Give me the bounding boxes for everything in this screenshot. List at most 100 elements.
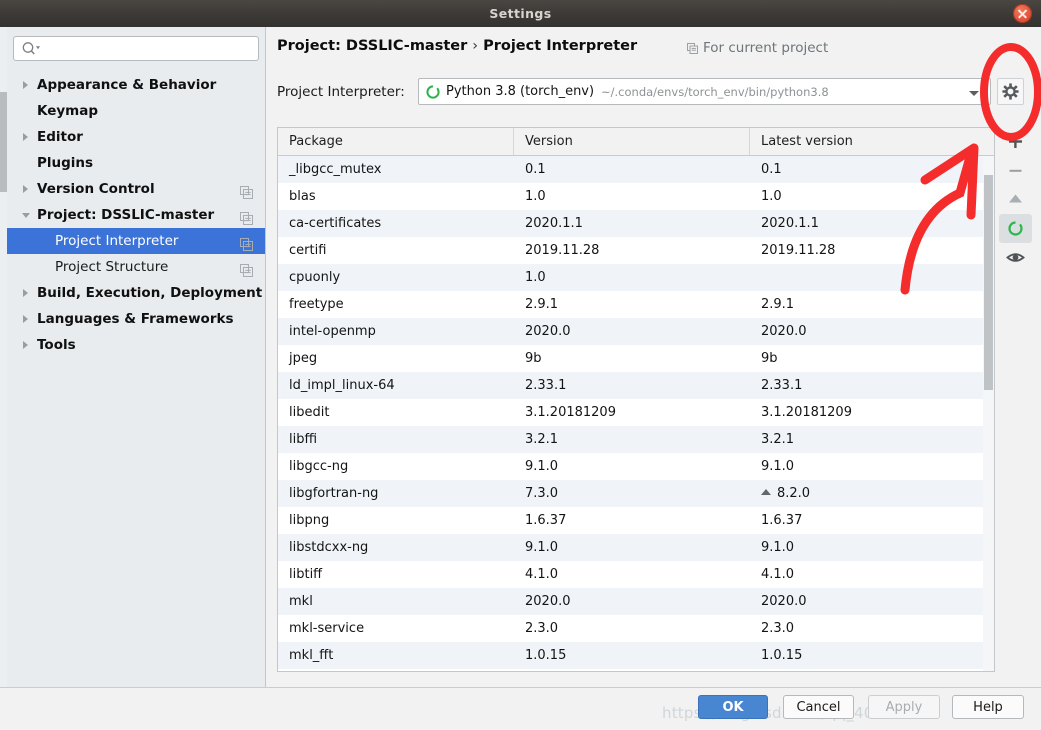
copy-settings-icon[interactable] [240,209,253,225]
table-row[interactable]: certifi 2019.11.28 2019.11.28 [278,237,994,264]
breadcrumb-root[interactable]: Project: DSSLIC-master [277,38,467,54]
cell-package: libgcc-ng [289,459,349,474]
cell-latest-version: 2019.11.28 [761,243,836,258]
chevron-down-icon[interactable] [22,213,30,222]
chevron-right-icon[interactable] [23,315,28,323]
cell-latest-version: 0.1 [761,162,782,177]
table-row[interactable]: mkl 2020.0 2020.0 [278,588,994,615]
cell-package: ld_impl_linux-64 [289,378,395,393]
cell-latest-version: 2.9.1 [761,297,795,312]
chevron-right-icon[interactable] [23,133,28,141]
cell-latest-version-text: 8.2.0 [777,486,811,501]
table-row[interactable]: libtiff 4.1.0 4.1.0 [278,561,994,588]
sidebar-item-label: Project: DSSLIC-master [37,207,215,223]
table-row[interactable]: jpeg 9b 9b [278,345,994,372]
copy-settings-icon[interactable] [240,261,253,277]
sidebar-item-label: Keymap [37,103,99,119]
window-left-scrollbar-thumb[interactable] [0,92,7,192]
cell-latest-version: 9b [761,351,778,366]
cell-latest-version: 1.0 [761,189,782,204]
cell-latest-version: 4.1.0 [761,567,795,582]
sidebar-item-plugins[interactable]: Plugins [7,150,265,176]
column-header-latest-version[interactable]: Latest version [750,128,994,155]
table-row[interactable]: ld_impl_linux-64 2.33.1 2.33.1 [278,372,994,399]
project-interpreter-combobox[interactable]: Python 3.8 (torch_env) ~/.conda/envs/tor… [418,78,991,105]
table-row[interactable]: _libgcc_mutex 0.1 0.1 [278,156,994,183]
cell-version: 2020.0 [525,594,571,609]
table-row[interactable]: libffi 3.2.1 3.2.1 [278,426,994,453]
sidebar-item-keymap[interactable]: Keymap [7,98,265,124]
search-input[interactable] [43,39,255,60]
copy-settings-icon[interactable] [240,235,253,251]
upgrade-package-button[interactable] [999,185,1032,214]
package-table-scrollbar-thumb[interactable] [984,175,993,390]
sidebar-item-languages-frameworks[interactable]: Languages & Frameworks [7,306,265,332]
chevron-right-icon[interactable] [23,185,28,193]
uninstall-package-button[interactable] [999,156,1032,185]
table-row[interactable]: mkl_fft 1.0.15 1.0.15 [278,642,994,669]
eye-icon [1006,253,1025,262]
show-early-releases-button[interactable] [999,243,1032,272]
plus-icon [1009,135,1022,148]
table-row[interactable]: libstdcxx-ng 9.1.0 9.1.0 [278,534,994,561]
apply-button: Apply [868,695,940,719]
sidebar-item-build-execution-deployment[interactable]: Build, Execution, Deployment [7,280,265,306]
column-header-version[interactable]: Version [514,128,750,155]
sidebar-item-project-structure[interactable]: Project Structure [7,254,265,280]
table-row[interactable]: mkl-service 2.3.0 2.3.0 [278,615,994,642]
sidebar-item-project-interpreter[interactable]: Project Interpreter [7,228,265,254]
cell-version: 3.1.20181209 [525,405,616,420]
cell-package: ca-certificates [289,216,382,231]
search-icon [21,41,41,56]
table-row[interactable]: blas 1.0 1.0 [278,183,994,210]
table-row[interactable]: intel-openmp 2020.0 2020.0 [278,318,994,345]
package-table-scrollbar[interactable] [983,156,994,671]
cell-latest-version: 2020.0 [761,594,807,609]
table-row[interactable]: libpng 1.6.37 1.6.37 [278,507,994,534]
ok-button[interactable]: OK [698,695,768,719]
sidebar-item-label: Editor [37,129,83,145]
chevron-down-icon[interactable] [969,91,979,96]
table-row[interactable]: ca-certificates 2020.1.1 2020.1.1 [278,210,994,237]
sidebar-item-project-dsslic-master[interactable]: Project: DSSLIC-master [7,202,265,228]
help-button[interactable]: Help [952,695,1024,719]
breadcrumb: Project: DSSLIC-master › Project Interpret… [277,38,637,54]
table-row[interactable]: libedit 3.1.20181209 3.1.20181209 [278,399,994,426]
column-header-package[interactable]: Package [278,128,514,155]
cell-package: libffi [289,432,318,447]
sidebar-item-label: Build, Execution, Deployment [37,285,263,301]
copy-settings-icon[interactable] [240,183,253,199]
settings-tree: Appearance & Behavior Keymap Editor Plugins… [7,72,265,358]
cell-version: 2019.11.28 [525,243,600,258]
cell-latest-version: 1.0.15 [761,648,803,663]
refresh-packages-button[interactable] [999,214,1032,243]
chevron-right-icon[interactable] [23,341,28,349]
cancel-button[interactable]: Cancel [783,695,854,719]
cell-version: 0.1 [525,162,546,177]
table-row[interactable]: freetype 2.9.1 2.9.1 [278,291,994,318]
refresh-icon [1008,221,1023,236]
sidebar-item-appearance-behavior[interactable]: Appearance & Behavior [7,72,265,98]
cell-version: 9b [525,351,542,366]
sidebar-item-label: Project Interpreter [55,233,179,249]
cell-package: libstdcxx-ng [289,540,369,555]
chevron-right-icon[interactable] [23,289,28,297]
cell-version: 4.1.0 [525,567,559,582]
close-icon[interactable] [1013,4,1032,23]
chevron-right-icon[interactable] [23,81,28,89]
sidebar-item-editor[interactable]: Editor [7,124,265,150]
sidebar-item-tools[interactable]: Tools [7,332,265,358]
sidebar-item-version-control[interactable]: Version Control [7,176,265,202]
install-package-button[interactable] [999,127,1032,156]
cell-package: libedit [289,405,330,420]
cell-latest-version: 2020.1.1 [761,216,819,231]
cell-version: 1.6.37 [525,513,567,528]
table-row[interactable]: libgcc-ng 9.1.0 9.1.0 [278,453,994,480]
interpreter-settings-gear-button[interactable] [997,78,1024,105]
window-left-scrollbar[interactable] [0,27,7,687]
cell-version: 1.0 [525,189,546,204]
table-row[interactable]: cpuonly 1.0 [278,264,994,291]
interpreter-name: Python 3.8 (torch_env) [446,84,595,99]
table-row[interactable]: libgfortran-ng 7.3.0 8.2.0 [278,480,994,507]
cell-latest-version: 8.2.0 [750,480,994,507]
